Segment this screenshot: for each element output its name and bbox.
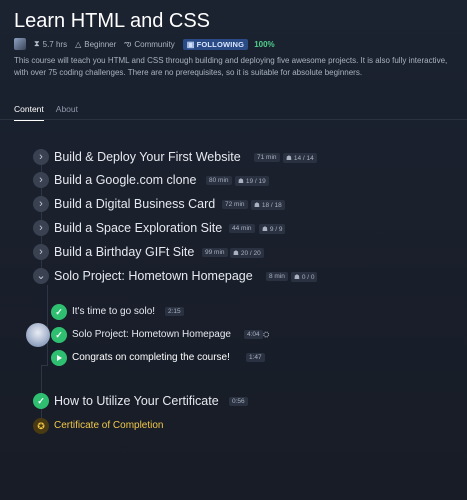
community-icon: ఌ (124, 38, 132, 48)
play-icon[interactable] (51, 350, 67, 366)
certificate-title[interactable]: Certificate of Completion (54, 420, 164, 431)
section-progress-badge: ☗ 9 / 9 (259, 224, 286, 234)
section-title[interactable]: Build a Google.com clone (54, 173, 196, 187)
course-category: Community (134, 39, 175, 49)
section-progress: 20 / 20 (240, 250, 261, 257)
timeline-line-final (41, 365, 42, 419)
section-title[interactable]: Build a Space Exploration Site (54, 221, 222, 235)
hourglass-icon: ⧗ (34, 39, 40, 48)
course-hours: 5.7 hrs (42, 39, 68, 49)
lesson-title[interactable]: It's time to go solo! (72, 306, 155, 317)
duration-meta: ⧗ 5.7 hrs (34, 39, 67, 49)
lesson-duration: 2:15 (165, 307, 184, 316)
check-icon: ✓ (51, 327, 67, 343)
section-progress-badge: ☗ 18 / 18 (251, 200, 285, 210)
play-triangle (57, 355, 62, 361)
category-meta: ఌ Community (124, 39, 175, 50)
section-duration: 71 min (254, 153, 280, 162)
certificate-icon: ✪ (33, 418, 49, 434)
section-progress: 9 / 9 (269, 226, 283, 233)
lesson-duration: 1:47 (246, 353, 265, 362)
triangle-icon: △ (75, 39, 82, 49)
check-icon: ✓ (51, 304, 67, 320)
student-avatar (26, 323, 50, 347)
lesson-count-icon: ☗ (238, 178, 244, 185)
section-progress: 14 / 14 (293, 155, 314, 162)
section-progress: 18 / 18 (261, 202, 282, 209)
solo-project-icon: ⛭ (263, 330, 270, 339)
section-duration: 8 min (266, 272, 288, 281)
section-duration: 99 min (202, 248, 228, 257)
section-title[interactable]: Build & Deploy Your First Website (54, 150, 241, 164)
section-progress: 19 / 19 (245, 178, 266, 185)
section-progress-badge: ☗ 20 / 20 (230, 248, 264, 258)
course-description: This course will teach you HTML and CSS … (14, 56, 448, 77)
lesson-duration: 4:04 (244, 330, 263, 339)
section-progress-badge: ☗ 14 / 14 (283, 153, 317, 163)
course-meta: ⧗ 5.7 hrs △ Beginner ఌ Community ▣ FOLLO… (14, 37, 275, 51)
chevron-right-icon[interactable]: › (33, 196, 49, 212)
section-title[interactable]: Solo Project: Hometown Homepage (54, 269, 253, 283)
chevron-down-icon[interactable]: ⌄ (33, 268, 49, 284)
lesson-count-icon: ☗ (262, 226, 268, 233)
lesson-count-icon: ☗ (294, 274, 300, 281)
section-title[interactable]: Build a Birthday GIFt Site (54, 245, 194, 259)
following-label: FOLLOWING (196, 39, 245, 49)
lesson-title[interactable]: Congrats on completing the course! (72, 352, 230, 363)
tabs-divider (0, 119, 467, 120)
lesson-count-icon: ☗ (286, 155, 292, 162)
chevron-right-icon[interactable]: › (33, 244, 49, 260)
check-icon: ✓ (33, 393, 49, 409)
section-duration: 44 min (229, 224, 255, 233)
timeline-line-lessons (47, 285, 48, 365)
final-lesson-title[interactable]: How to Utilize Your Certificate (54, 394, 219, 408)
level-meta: △ Beginner (75, 40, 116, 49)
course-progress: 100% (254, 39, 275, 49)
lesson-count-icon: ☗ (233, 250, 239, 257)
section-progress-badge: ☗ 0 / 0 (291, 272, 318, 282)
section-title[interactable]: Build a Digital Business Card (54, 197, 215, 211)
following-button[interactable]: ▣ FOLLOWING (182, 38, 249, 50)
lesson-title[interactable]: Solo Project: Hometown Homepage (72, 329, 231, 340)
bookmark-icon: ▣ (186, 39, 195, 49)
course-title: Learn HTML and CSS (14, 10, 211, 32)
timeline-connector (41, 365, 48, 366)
chevron-right-icon[interactable]: › (33, 172, 49, 188)
lesson-count-icon: ☗ (254, 202, 260, 209)
chevron-right-icon[interactable]: › (33, 149, 49, 165)
final-lesson-duration: 0:56 (229, 397, 248, 406)
section-progress: 0 / 0 (301, 274, 315, 281)
course-level: Beginner (84, 39, 117, 49)
section-duration: 80 min (206, 176, 232, 185)
section-duration: 72 min (222, 200, 248, 209)
author-avatar[interactable] (14, 38, 26, 50)
section-progress-badge: ☗ 19 / 19 (235, 176, 269, 186)
chevron-right-icon[interactable]: › (33, 220, 49, 236)
